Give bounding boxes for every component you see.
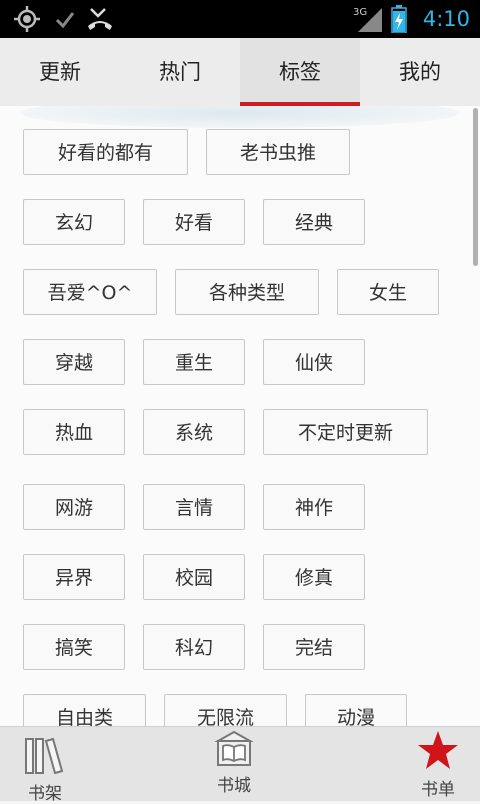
bookshelf-icon [24,735,68,781]
tag-chip[interactable]: 重生 [143,339,245,385]
battery-icon [388,0,410,38]
tag-chip[interactable]: 搞笑 [23,624,125,670]
tag-chip[interactable]: 不定时更新 [263,409,428,455]
tag-chip[interactable]: 好看 [143,199,245,245]
tag-chip[interactable]: 修真 [263,554,365,600]
tag-chip[interactable]: 神作 [263,484,365,530]
tag-chip[interactable]: 各种类型 [175,269,319,315]
tag-chip[interactable]: 吾爱^O^ [23,269,157,315]
tag-chip[interactable]: 异界 [23,554,125,600]
clock: 4:10 [422,7,470,31]
check-icon [52,0,78,38]
tab-popular[interactable]: 热门 [120,38,240,106]
tab-bar: 更新 热门 标签 我的 [0,38,480,106]
tag-chip[interactable]: 热血 [23,409,125,455]
tab-updates[interactable]: 更新 [0,38,120,106]
bookstore-icon [214,729,254,773]
nav-bookshelf-label: 书架 [28,784,62,804]
tab-mine[interactable]: 我的 [360,38,480,106]
tag-chip[interactable]: 无限流 [164,694,287,726]
missed-call-icon [84,0,116,38]
tag-chip[interactable]: 言情 [143,484,245,530]
network-label: 3G [353,7,367,18]
tag-list[interactable]: 好看的都有 老书虫推 玄幻 好看 经典 吾爱^O^ 各种类型 女生 穿越 重生 … [0,106,480,726]
tag-chip[interactable]: 校园 [143,554,245,600]
tag-chip[interactable]: 老书虫推 [206,129,350,175]
signal-icon: 3G [352,0,384,38]
bottom-nav: 书架 书城 书单 [0,726,480,804]
nav-bookstore-label: 书城 [217,776,251,796]
star-icon [417,729,459,775]
tag-chip[interactable]: 好看的都有 [23,129,188,175]
tag-chip[interactable]: 仙侠 [263,339,365,385]
status-bar: 3G 4:10 [0,0,480,38]
tag-chip[interactable]: 系统 [143,409,245,455]
tag-chip[interactable]: 穿越 [23,339,125,385]
tag-chip[interactable]: 科幻 [143,624,245,670]
gps-icon [10,0,44,38]
tag-chip[interactable]: 经典 [263,199,365,245]
nav-bookstore[interactable]: 书城 [189,727,279,801]
tag-chip[interactable]: 自由类 [23,694,146,726]
tag-chip[interactable]: 网游 [23,484,125,530]
tag-chip[interactable]: 完结 [263,624,365,670]
nav-bookshelf[interactable]: 书架 [0,727,90,804]
tag-chip[interactable]: 动漫 [305,694,407,726]
scrollbar[interactable] [473,108,478,266]
tab-tags[interactable]: 标签 [240,38,360,106]
nav-booklist[interactable]: 书单 [393,727,480,801]
tag-chip[interactable]: 女生 [337,269,439,315]
nav-booklist-label: 书单 [421,780,455,800]
tag-chip[interactable]: 玄幻 [23,199,125,245]
